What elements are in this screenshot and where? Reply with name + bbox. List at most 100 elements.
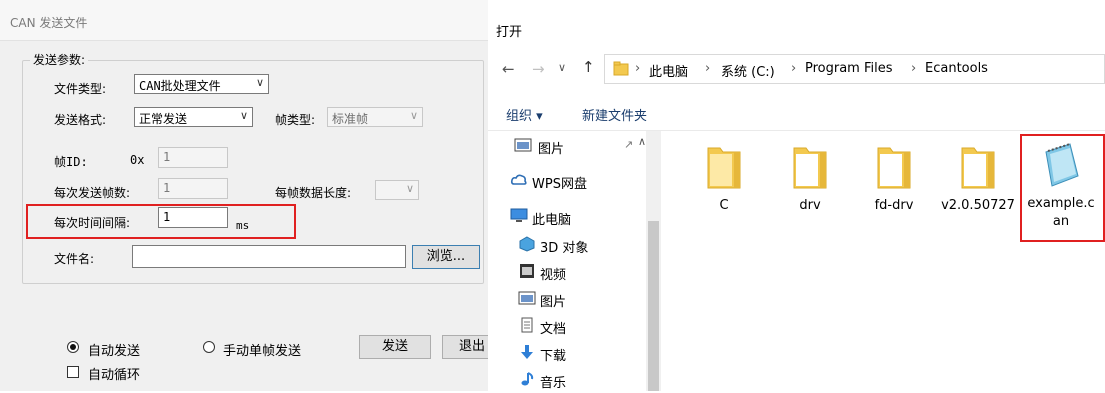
frames-per-send-input[interactable]: 1: [158, 178, 228, 199]
pin-icon[interactable]: ↗: [624, 138, 633, 151]
send-format-value: 正常发送: [139, 112, 188, 126]
video-icon: [520, 264, 534, 278]
frame-data-length-label: 每帧数据长度:: [275, 186, 352, 200]
frame-type-select[interactable]: 标准帧 ∨: [327, 107, 423, 127]
can-dialog-titlebar: CAN 发送文件: [0, 0, 488, 41]
breadcrumb-separator: ›: [791, 61, 797, 76]
nav-item-3d-objects[interactable]: 3D 对象: [488, 232, 646, 258]
folder-icon: [961, 147, 995, 189]
file-label-line-1: example.c: [1027, 196, 1095, 211]
frame-id-label: 帧ID:: [54, 155, 88, 169]
address-bar[interactable]: › 此电脑 › 系统 (C:) › Program Files › Ecanto…: [604, 54, 1105, 84]
frame-id-input[interactable]: 1: [158, 147, 228, 168]
interval-label: 每次时间间隔:: [54, 216, 131, 230]
nav-item-pictures[interactable]: 图片: [488, 286, 646, 312]
nav-pane-scrollbar[interactable]: [646, 131, 661, 391]
interval-input[interactable]: 1: [158, 207, 228, 228]
cloud-icon: [510, 174, 527, 185]
breadcrumb-separator: ›: [635, 61, 641, 76]
navigation-pane: 图片 ↗ ∧ WPS网盘 此电脑 3D 对象 视频 图片 文档 下载 音乐: [488, 131, 646, 391]
breadcrumb-item-ecantools[interactable]: Ecantools: [925, 61, 988, 76]
nav-item-downloads[interactable]: 下载: [488, 340, 646, 366]
nav-item-pictures-quick[interactable]: 图片 ↗ ∧: [488, 133, 646, 159]
can-dialog-title: CAN 发送文件: [10, 16, 88, 30]
nav-item-label: 音乐: [540, 376, 567, 391]
pictures-icon: [518, 291, 536, 305]
auto-loop-label: 自动循环: [88, 368, 141, 383]
forward-arrow-icon[interactable]: →: [532, 60, 545, 78]
interval-unit: ms: [236, 219, 250, 232]
computer-icon: [510, 208, 528, 222]
auto-send-label: 自动发送: [88, 344, 141, 359]
folder-item-v2-0-50727[interactable]: v2.0.50727: [938, 140, 1018, 250]
file-label: v2.0.50727: [941, 198, 1015, 213]
folder-icon: [877, 147, 911, 189]
folder-item-drv[interactable]: drv: [770, 140, 850, 250]
chevron-down-icon: ∨: [405, 182, 414, 195]
frame-type-label: 帧类型:: [275, 113, 316, 127]
breadcrumb-item-program-files[interactable]: Program Files: [805, 61, 893, 76]
frame-data-length-select[interactable]: ∨: [375, 180, 419, 200]
breadcrumb-separator: ›: [705, 61, 711, 76]
nav-item-videos[interactable]: 视频: [488, 259, 646, 285]
filename-input[interactable]: [132, 245, 406, 268]
send-button[interactable]: 发送: [359, 335, 431, 359]
nav-item-label: 图片: [540, 295, 567, 310]
frames-per-send-label: 每次发送帧数:: [54, 186, 131, 200]
file-type-select[interactable]: CAN批处理文件 ∨: [134, 74, 269, 94]
command-toolbar: 组织 ▾ 新建文件夹: [488, 96, 1105, 131]
scrollbar-thumb[interactable]: [648, 221, 659, 391]
nav-item-label: 3D 对象: [540, 241, 589, 256]
frame-type-value: 标准帧: [332, 112, 369, 126]
nav-item-music[interactable]: 音乐: [488, 367, 646, 393]
notepad-file-icon: [1045, 143, 1079, 187]
nav-item-label: 文档: [540, 322, 567, 337]
file-label-line-2: an: [1052, 214, 1070, 229]
open-file-dialog: 打开 ← → ∨ ↑ › 此电脑 › 系统 (C:) › Program Fil…: [488, 0, 1105, 391]
file-item-example-can[interactable]: example.c an: [1022, 138, 1100, 238]
up-arrow-icon[interactable]: ↑: [582, 58, 595, 76]
organize-button[interactable]: 组织 ▾: [506, 105, 543, 124]
breadcrumb-item-this-pc[interactable]: 此电脑: [649, 61, 688, 80]
recent-locations-chevron-icon[interactable]: ∨: [558, 61, 566, 74]
open-dialog-title: 打开: [496, 25, 523, 40]
auto-loop-checkbox[interactable]: [67, 366, 79, 378]
music-icon: [521, 372, 534, 386]
auto-send-radio[interactable]: [67, 341, 79, 353]
new-folder-button[interactable]: 新建文件夹: [582, 105, 647, 124]
send-params-group-title: 发送参数:: [30, 51, 89, 68]
filename-label: 文件名:: [54, 252, 95, 266]
3d-objects-icon: [519, 236, 535, 252]
back-arrow-icon[interactable]: ←: [502, 60, 515, 78]
breadcrumb-item-system-c[interactable]: 系统 (C:): [721, 61, 775, 80]
can-send-file-dialog: CAN 发送文件 发送参数: 文件类型: CAN批处理文件 ∨ 发送格式: 正常…: [0, 0, 502, 391]
file-type-value: CAN批处理文件: [139, 79, 221, 93]
send-format-select[interactable]: 正常发送 ∨: [134, 107, 253, 127]
breadcrumb-separator: ›: [911, 61, 917, 76]
file-label: C: [719, 198, 729, 213]
folder-icon: [793, 147, 827, 189]
nav-item-label: 下载: [540, 349, 567, 364]
downloads-icon: [521, 345, 533, 359]
folder-icon: [613, 61, 629, 76]
nav-item-label: 图片: [538, 142, 565, 157]
folder-item-fd-drv[interactable]: fd-drv: [854, 140, 934, 250]
nav-item-wps-cloud[interactable]: WPS网盘: [488, 168, 646, 194]
folder-icon: [707, 147, 741, 189]
scroll-up-arrow-icon[interactable]: ∧: [638, 135, 646, 148]
file-type-label: 文件类型:: [54, 82, 107, 96]
manual-send-radio[interactable]: [203, 341, 215, 353]
pictures-icon: [514, 138, 532, 152]
file-label: fd-drv: [874, 198, 914, 213]
chevron-down-icon: ∨: [409, 109, 418, 122]
chevron-down-icon: ∨: [255, 76, 264, 89]
file-label: drv: [799, 198, 821, 213]
frame-id-prefix: 0x: [130, 153, 145, 167]
nav-item-this-pc[interactable]: 此电脑: [488, 204, 646, 230]
folder-item-c[interactable]: C: [684, 140, 764, 250]
nav-item-documents[interactable]: 文档: [488, 313, 646, 339]
documents-icon: [521, 317, 533, 333]
chevron-down-icon: ∨: [239, 109, 248, 122]
manual-send-label: 手动单帧发送: [223, 344, 302, 359]
browse-button[interactable]: 浏览...: [412, 245, 480, 269]
